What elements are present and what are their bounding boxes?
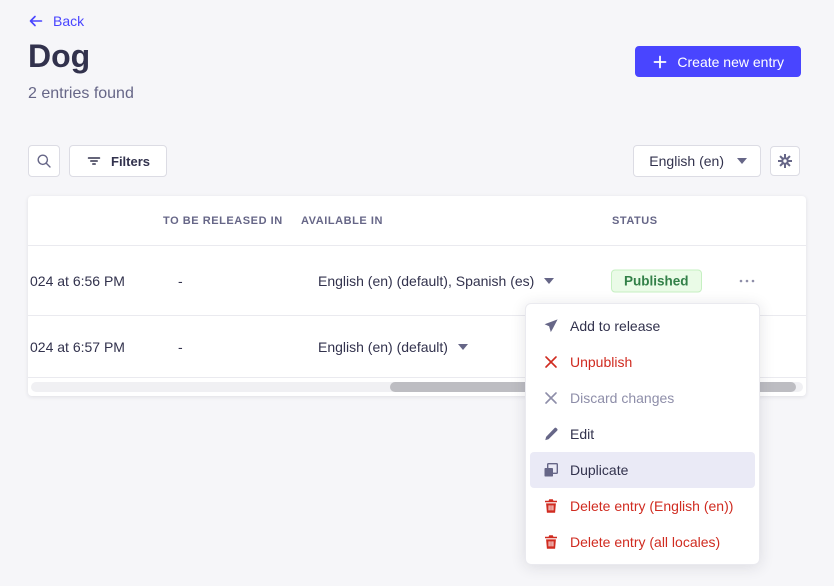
action-bar: Filters English (en) (28, 145, 800, 177)
menu-item-delete-entry-locale[interactable]: Delete entry (English (en)) (530, 488, 755, 524)
available-in-value: English (en) (default) (318, 339, 448, 355)
column-header-available-in: AVAILABLE IN (301, 215, 383, 227)
available-in-value: English (en) (default), Spanish (es) (318, 273, 534, 289)
menu-item-discard-changes: Discard changes (530, 380, 755, 416)
cross-icon (543, 354, 559, 370)
locale-select[interactable]: English (en) (633, 145, 761, 177)
search-button[interactable] (28, 145, 60, 177)
menu-item-delete-entry-all-locales[interactable]: Delete entry (all locales) (530, 524, 755, 560)
column-header-to-be-released-in: TO BE RELEASED IN (163, 215, 283, 227)
menu-item-edit[interactable]: Edit (530, 416, 755, 452)
cell-available-in: English (en) (default), Spanish (es) (318, 273, 554, 289)
trash-icon (543, 498, 559, 514)
arrow-left-icon (28, 13, 44, 29)
chevron-down-icon (737, 158, 747, 164)
cell-to-be-released-in: - (178, 273, 183, 289)
menu-item-add-to-release[interactable]: Add to release (530, 308, 755, 344)
back-link[interactable]: Back (28, 13, 84, 29)
column-header-status: STATUS (612, 215, 658, 227)
filter-icon (86, 153, 102, 169)
plus-icon (652, 54, 668, 70)
cross-icon (543, 390, 559, 406)
gear-icon (777, 153, 793, 169)
menu-item-unpublish[interactable]: Unpublish (530, 344, 755, 380)
more-options-icon (739, 279, 755, 283)
row-context-menu: Add to release Unpublish Discard changes… (525, 303, 760, 565)
filters-button[interactable]: Filters (69, 145, 167, 177)
entries-count: 2 entries found (28, 85, 134, 103)
filters-label: Filters (111, 154, 150, 169)
cell-available-in: English (en) (default) (318, 339, 468, 355)
cell-updated-date: 024 at 6:56 PM (30, 273, 125, 289)
row-more-options-button[interactable] (737, 279, 757, 283)
cell-updated-date: 024 at 6:57 PM (30, 339, 125, 355)
table-header-row: TO BE RELEASED IN AVAILABLE IN STATUS (28, 196, 806, 246)
search-icon (36, 153, 52, 169)
locale-selected-value: English (en) (649, 153, 724, 169)
back-label: Back (53, 13, 84, 29)
duplicate-icon (543, 462, 559, 478)
chevron-down-icon[interactable] (544, 278, 554, 284)
page-title: Dog (28, 38, 90, 75)
cell-status: Published (611, 269, 702, 292)
chevron-down-icon[interactable] (458, 344, 468, 350)
menu-item-duplicate[interactable]: Duplicate (530, 452, 755, 488)
paper-plane-icon (543, 318, 559, 334)
status-badge: Published (611, 269, 702, 292)
create-new-entry-label: Create new entry (677, 54, 784, 70)
cell-to-be-released-in: - (178, 339, 183, 355)
create-new-entry-button[interactable]: Create new entry (635, 46, 801, 77)
settings-button[interactable] (770, 146, 800, 176)
trash-icon (543, 534, 559, 550)
pencil-icon (543, 426, 559, 442)
